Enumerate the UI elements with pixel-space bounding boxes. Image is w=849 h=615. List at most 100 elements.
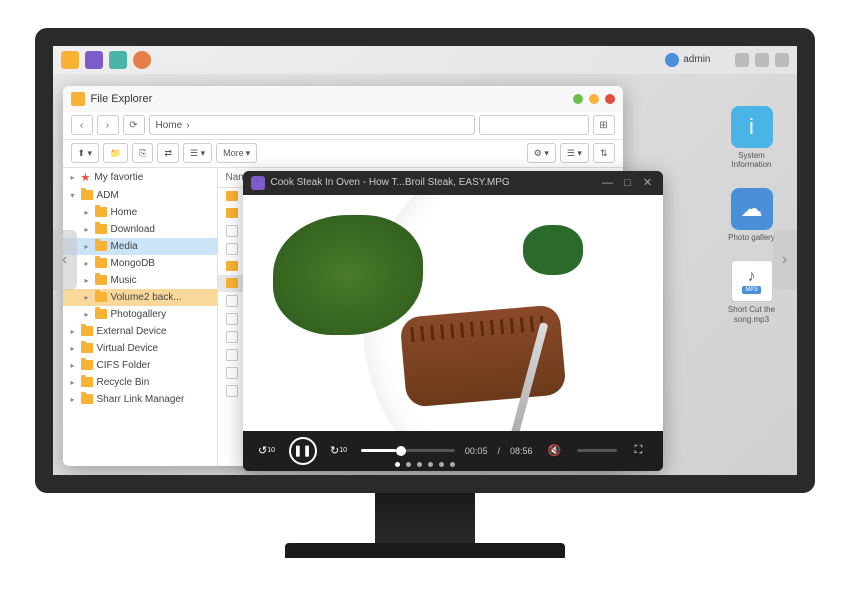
settings-button[interactable]: ⚙ ▾ [527, 143, 556, 163]
desktop-icon-label: System Information [722, 151, 782, 170]
expand-caret-icon[interactable]: ▸ [83, 208, 91, 217]
sidebar-item[interactable]: ▸Sharr Link Manager [63, 391, 217, 408]
forward-button[interactable]: › [97, 115, 119, 135]
expand-caret-icon[interactable]: ▸ [69, 344, 77, 353]
expand-caret-icon[interactable]: ▸ [83, 225, 91, 234]
sidebar-item[interactable]: ▸Recycle Bin [63, 374, 217, 391]
folder-icon [95, 309, 107, 319]
upload-button[interactable]: ⬆ ▾ [71, 143, 100, 163]
more-button[interactable]: More ▾ [216, 143, 257, 163]
sidebar-item-label: Download [111, 224, 155, 235]
sidebar-item[interactable]: ▸Virtual Device [63, 340, 217, 357]
sidebar-item-label: Photogallery [111, 309, 167, 320]
user-indicator[interactable]: admin [665, 53, 710, 67]
file-icon [226, 295, 238, 307]
file-icon [226, 331, 238, 343]
sidebar-item[interactable]: ▸CIFS Folder [63, 357, 217, 374]
sidebar-item[interactable]: ▸ Photogallery [63, 306, 217, 323]
maximize-button[interactable]: □ [621, 176, 635, 190]
close-dot[interactable] [605, 94, 615, 104]
refresh-button[interactable]: ⟳ [123, 115, 145, 135]
breadcrumb[interactable]: Home › [149, 115, 475, 135]
page-dot[interactable] [450, 462, 455, 467]
folder-icon [71, 92, 85, 106]
sidebar-item[interactable]: ▾ADM [63, 187, 217, 204]
forward-button[interactable]: ↻10 [327, 439, 351, 463]
expand-caret-icon[interactable]: ▸ [69, 327, 77, 336]
folder-icon [81, 360, 93, 370]
file-icon [226, 243, 238, 255]
taskbar-media-icon[interactable] [85, 51, 103, 69]
sidebar-item[interactable]: ▸ Download [63, 221, 217, 238]
maximize-dot[interactable] [589, 94, 599, 104]
file-explorer-titlebar[interactable]: File Explorer [63, 86, 623, 112]
view-mode-button[interactable]: ☰ ▾ [560, 143, 589, 163]
volume-slider[interactable] [577, 449, 617, 452]
sidebar-item[interactable]: ▸Volume2 back... [63, 289, 217, 306]
fullscreen-button[interactable]: ⛶ [627, 439, 651, 463]
page-dot[interactable] [395, 462, 400, 467]
file-icon [226, 225, 238, 237]
chat-icon[interactable] [735, 53, 749, 67]
sidebar-item[interactable]: ▸ Music [63, 272, 217, 289]
file-icon [226, 385, 238, 397]
search-input[interactable] [479, 115, 589, 135]
time-separator: / [497, 446, 500, 456]
sidebar-item[interactable]: ▸ Media [63, 238, 217, 255]
sidebar-item[interactable]: ▸★My favortie [63, 168, 217, 187]
pause-button[interactable]: ❚❚ [289, 437, 317, 465]
back-button[interactable]: ‹ [71, 115, 93, 135]
expand-caret-icon[interactable]: ▸ [69, 395, 77, 404]
video-viewport[interactable] [243, 195, 663, 431]
minimize-button[interactable]: — [601, 176, 615, 190]
sidebar-item-label: Media [111, 241, 138, 252]
expand-caret-icon[interactable]: ▸ [83, 259, 91, 268]
delete-button[interactable]: ☰ ▾ [183, 143, 212, 163]
expand-caret-icon[interactable]: ▸ [69, 361, 77, 370]
expand-caret-icon[interactable]: ▸ [83, 310, 91, 319]
progress-thumb[interactable] [396, 446, 406, 456]
page-dot[interactable] [439, 462, 444, 467]
sidebar-item[interactable]: ▸ Home [63, 204, 217, 221]
expand-caret-icon[interactable]: ▸ [83, 242, 91, 251]
taskbar-music-icon[interactable] [133, 51, 151, 69]
expand-caret-icon[interactable]: ▸ [83, 293, 91, 302]
menu-icon[interactable] [775, 53, 789, 67]
sort-button[interactable]: ⇅ [593, 143, 615, 163]
next-page-arrow[interactable]: › [773, 230, 797, 290]
folder-icon [81, 326, 93, 336]
page-dot[interactable] [406, 462, 411, 467]
minimize-dot[interactable] [573, 94, 583, 104]
sidebar-item[interactable]: ▸External Device [63, 323, 217, 340]
progress-bar[interactable] [361, 449, 455, 452]
sidebar-item-label: Home [111, 207, 138, 218]
expand-caret-icon[interactable]: ▸ [69, 173, 77, 182]
search-icon[interactable] [755, 53, 769, 67]
folder-icon [226, 261, 238, 271]
page-dot[interactable] [417, 462, 422, 467]
desktop-icon[interactable]: iSystem Information [722, 106, 782, 170]
copy-button[interactable]: ⎘ [132, 143, 153, 163]
page-dot[interactable] [428, 462, 433, 467]
new-folder-button[interactable]: 📁 [103, 143, 128, 163]
folder-icon [226, 191, 238, 201]
expand-caret-icon[interactable]: ▸ [83, 276, 91, 285]
taskbar-photo-icon[interactable] [109, 51, 127, 69]
folder-icon [226, 208, 238, 218]
mute-button[interactable]: 🔇 [543, 439, 567, 463]
player-titlebar[interactable]: Cook Steak In Oven - How T...Broil Steak… [243, 171, 663, 195]
desktop-screen: admin File Explorer ‹ › ⟳ Home › ⊞ ⬆ ▾ 📁… [35, 28, 815, 493]
expand-caret-icon[interactable]: ▾ [69, 191, 77, 200]
expand-caret-icon[interactable]: ▸ [69, 378, 77, 387]
rewind-button[interactable]: ↺10 [255, 439, 279, 463]
folder-icon [95, 241, 107, 251]
sidebar-item[interactable]: ▸MongoDB [63, 255, 217, 272]
close-button[interactable]: ✕ [641, 176, 655, 190]
desktop-icon-label: Short Cut the song.mp3 [722, 305, 782, 324]
monitor-base [285, 543, 565, 558]
grid-view-button[interactable]: ⊞ [593, 115, 615, 135]
taskbar-files-icon[interactable] [61, 51, 79, 69]
sidebar-item-label: Music [111, 275, 137, 286]
move-button[interactable]: ⇄ [157, 143, 179, 163]
prev-page-arrow[interactable]: ‹ [53, 230, 77, 290]
